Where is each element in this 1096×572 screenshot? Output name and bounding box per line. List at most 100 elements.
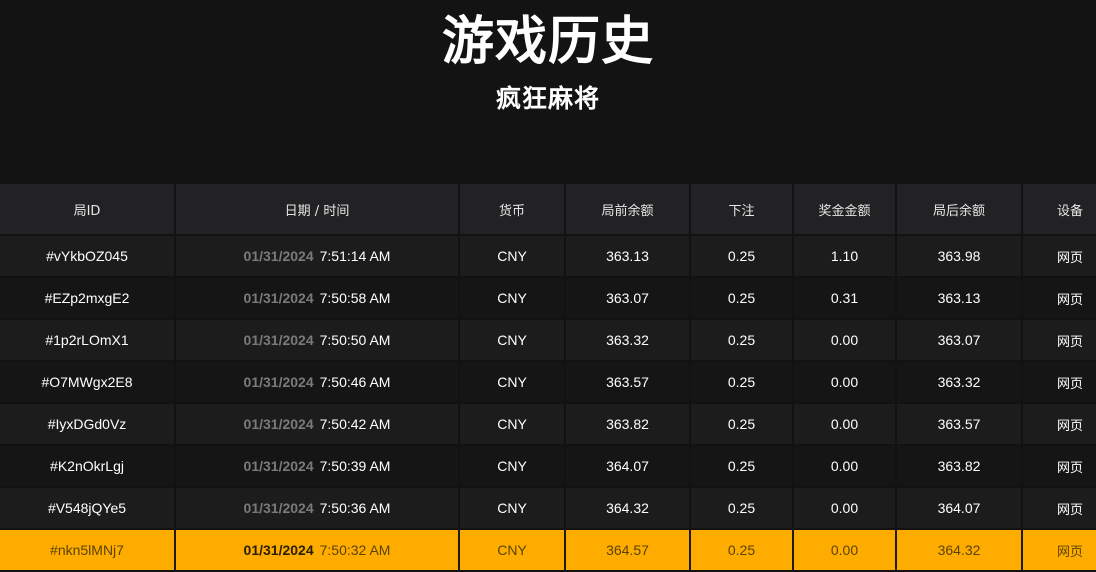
- balance-after-cell: 363.32: [896, 361, 1023, 404]
- balance-after-cell: 363.07: [896, 319, 1023, 362]
- balance-before-cell: 363.13: [565, 235, 691, 278]
- datetime-cell: 01/31/2024 7:50:42 AM: [175, 403, 460, 446]
- table-row[interactable]: #O7MWgx2E8 01/31/2024 7:50:46 AM CNY 363.…: [0, 361, 1096, 404]
- column-header-bet: 下注: [690, 184, 794, 236]
- balance-after-cell: 363.13: [896, 277, 1023, 320]
- table-row[interactable]: #V548jQYe5 01/31/2024 7:50:36 AM CNY 364.…: [0, 487, 1096, 530]
- bet-cell: 0.25: [690, 445, 794, 488]
- date-text: 01/31/2024: [243, 416, 314, 432]
- balance-after-cell: 363.98: [896, 235, 1023, 278]
- balance-before-cell: 363.57: [565, 361, 691, 404]
- bet-cell: 0.25: [690, 487, 794, 530]
- table-header-row: 局ID 日期 / 时间 货币 局前余额 下注 奖金金额 局后余额 设备: [0, 184, 1096, 236]
- balance-after-cell: 364.32: [896, 528, 1023, 572]
- balance-before-cell: 363.32: [565, 319, 691, 362]
- time-text: 7:51:14 AM: [319, 248, 391, 264]
- currency-cell: CNY: [459, 361, 566, 404]
- column-header-balance-before: 局前余额: [565, 184, 691, 236]
- device-cell: 网页: [1022, 319, 1096, 362]
- time-text: 7:50:32 AM: [319, 542, 391, 558]
- datetime-cell: 01/31/2024 7:50:46 AM: [175, 361, 460, 404]
- bet-cell: 0.25: [690, 277, 794, 320]
- datetime-cell: 01/31/2024 7:50:36 AM: [175, 487, 460, 530]
- balance-after-cell: 364.07: [896, 487, 1023, 530]
- column-header-currency: 货币: [459, 184, 566, 236]
- bet-cell: 0.25: [690, 235, 794, 278]
- device-cell: 网页: [1022, 235, 1096, 278]
- table-row[interactable]: #1p2rLOmX1 01/31/2024 7:50:50 AM CNY 363.…: [0, 319, 1096, 362]
- device-cell: 网页: [1022, 277, 1096, 320]
- datetime-cell: 01/31/2024 7:50:32 AM: [175, 528, 460, 572]
- column-header-datetime: 日期 / 时间: [175, 184, 460, 236]
- currency-cell: CNY: [459, 235, 566, 278]
- time-text: 7:50:58 AM: [319, 290, 391, 306]
- device-cell: 网页: [1022, 528, 1096, 572]
- balance-after-cell: 363.82: [896, 445, 1023, 488]
- device-cell: 网页: [1022, 361, 1096, 404]
- win-amount-cell: 0.00: [793, 487, 897, 530]
- table-row-selected[interactable]: #nkn5lMNj7 01/31/2024 7:50:32 AM CNY 364.…: [0, 528, 1096, 572]
- page-title: 游戏历史: [441, 12, 654, 72]
- table-row[interactable]: #vYkbOZ045 01/31/2024 7:51:14 AM CNY 363.…: [0, 235, 1096, 278]
- table-row[interactable]: #K2nOkrLgj 01/31/2024 7:50:39 AM CNY 364.…: [0, 445, 1096, 488]
- win-amount-cell: 1.10: [793, 235, 897, 278]
- date-text: 01/31/2024: [243, 374, 314, 390]
- column-header-device: 设备: [1022, 184, 1096, 236]
- time-text: 7:50:39 AM: [319, 458, 391, 474]
- date-text: 01/31/2024: [243, 542, 314, 558]
- bet-cell: 0.25: [690, 528, 794, 572]
- bet-cell: 0.25: [690, 403, 794, 446]
- date-text: 01/31/2024: [243, 458, 314, 474]
- win-amount-cell: 0.00: [793, 528, 897, 572]
- device-cell: 网页: [1022, 487, 1096, 530]
- currency-cell: CNY: [459, 528, 566, 572]
- date-text: 01/31/2024: [243, 290, 314, 306]
- table-row[interactable]: #EZp2mxgE2 01/31/2024 7:50:58 AM CNY 363.…: [0, 277, 1096, 320]
- currency-cell: CNY: [459, 403, 566, 446]
- currency-cell: CNY: [459, 277, 566, 320]
- currency-cell: CNY: [459, 319, 566, 362]
- round-id-cell: #O7MWgx2E8: [0, 361, 176, 404]
- datetime-cell: 01/31/2024 7:51:14 AM: [175, 235, 460, 278]
- datetime-cell: 01/31/2024 7:50:50 AM: [175, 319, 460, 362]
- round-id-cell: #V548jQYe5: [0, 487, 176, 530]
- game-name-subtitle: 疯狂麻将: [495, 84, 600, 113]
- round-id-cell: #IyxDGd0Vz: [0, 403, 176, 446]
- balance-before-cell: 364.32: [565, 487, 691, 530]
- round-id-cell: #vYkbOZ045: [0, 235, 176, 278]
- balance-after-cell: 363.57: [896, 403, 1023, 446]
- win-amount-cell: 0.00: [793, 319, 897, 362]
- round-id-cell: #K2nOkrLgj: [0, 445, 176, 488]
- currency-cell: CNY: [459, 487, 566, 530]
- column-header-round-id: 局ID: [0, 184, 176, 236]
- game-history-table: 局ID 日期 / 时间 货币 局前余额 下注 奖金金额 局后余额 设备 #vYk…: [0, 184, 1096, 572]
- time-text: 7:50:42 AM: [319, 416, 391, 432]
- column-header-balance-after: 局后余额: [896, 184, 1023, 236]
- bet-cell: 0.25: [690, 361, 794, 404]
- datetime-cell: 01/31/2024 7:50:58 AM: [175, 277, 460, 320]
- time-text: 7:50:50 AM: [319, 332, 391, 348]
- date-text: 01/31/2024: [243, 248, 314, 264]
- balance-before-cell: 363.07: [565, 277, 691, 320]
- date-text: 01/31/2024: [243, 332, 314, 348]
- win-amount-cell: 0.00: [793, 361, 897, 404]
- column-header-win-amount: 奖金金额: [793, 184, 897, 236]
- bet-cell: 0.25: [690, 319, 794, 362]
- round-id-cell: #nkn5lMNj7: [0, 528, 176, 572]
- win-amount-cell: 0.31: [793, 277, 897, 320]
- balance-before-cell: 364.07: [565, 445, 691, 488]
- round-id-cell: #EZp2mxgE2: [0, 277, 176, 320]
- balance-before-cell: 363.82: [565, 403, 691, 446]
- datetime-cell: 01/31/2024 7:50:39 AM: [175, 445, 460, 488]
- balance-before-cell: 364.57: [565, 528, 691, 572]
- win-amount-cell: 0.00: [793, 403, 897, 446]
- device-cell: 网页: [1022, 445, 1096, 488]
- table-row[interactable]: #IyxDGd0Vz 01/31/2024 7:50:42 AM CNY 363.…: [0, 403, 1096, 446]
- currency-cell: CNY: [459, 445, 566, 488]
- page-header: 游戏历史 疯狂麻将: [0, 0, 1096, 184]
- date-text: 01/31/2024: [243, 500, 314, 516]
- time-text: 7:50:36 AM: [319, 500, 391, 516]
- device-cell: 网页: [1022, 403, 1096, 446]
- time-text: 7:50:46 AM: [319, 374, 391, 390]
- win-amount-cell: 0.00: [793, 445, 897, 488]
